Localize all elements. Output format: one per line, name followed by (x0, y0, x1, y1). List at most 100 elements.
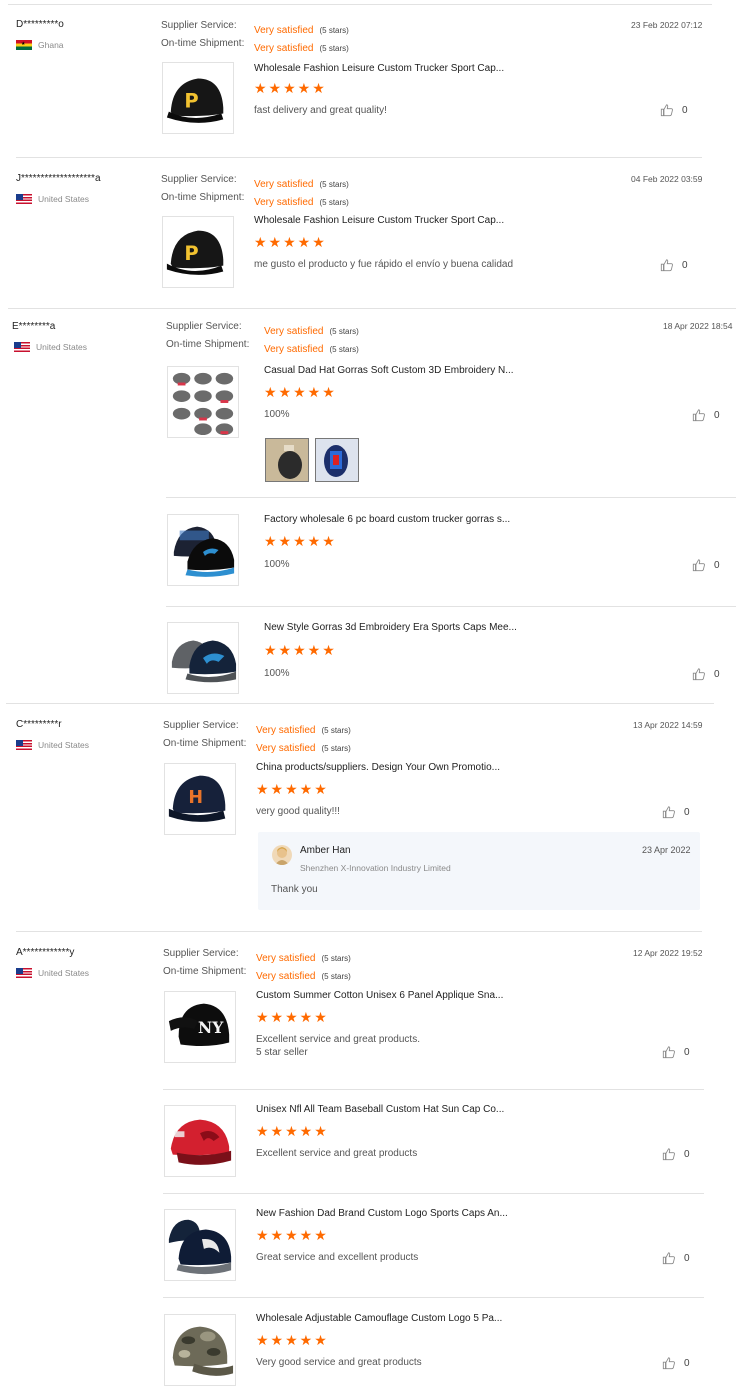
like-count: 0 (714, 559, 720, 571)
reviewer-country: United States (16, 194, 89, 204)
grey-panthers-caps-image (171, 640, 237, 683)
product-divider (166, 497, 736, 498)
shipment-rating: Very satisfied (5 stars) (256, 966, 351, 984)
shipment-stars: (5 stars) (319, 198, 349, 207)
product-rating-stars: ★★★★★ (256, 1009, 329, 1025)
like-button[interactable]: 0 (660, 103, 688, 117)
thumbs-up-icon (660, 259, 673, 272)
review-photo[interactable] (315, 438, 359, 482)
country-label: Ghana (38, 40, 64, 50)
like-button[interactable]: 0 (660, 258, 688, 272)
product-title[interactable]: Wholesale Fashion Leisure Custom Trucker… (254, 63, 504, 74)
review-divider (16, 931, 702, 932)
review-comment: Great service and excellent products (256, 1252, 419, 1263)
product-title[interactable]: Factory wholesale 6 pc board custom truc… (264, 514, 510, 525)
avatar-image (275, 847, 289, 865)
review-date: 04 Feb 2022 03:59 (631, 174, 703, 184)
product-title[interactable]: Casual Dad Hat Gorras Soft Custom 3D Emb… (264, 365, 514, 376)
reviewer-name: D*********o (16, 19, 64, 30)
product-title[interactable]: Custom Summer Cotton Unisex 6 Panel Appl… (256, 990, 503, 1001)
thumbs-up-icon (662, 1252, 675, 1265)
reviewer-country: United States (16, 968, 89, 978)
product-title[interactable]: Wholesale Fashion Leisure Custom Trucker… (254, 215, 504, 226)
avatar (272, 845, 292, 865)
like-button[interactable]: 0 (692, 667, 720, 681)
product-rating-stars: ★★★★★ (256, 781, 329, 797)
review-comment: me gusto el producto y fue rápido el env… (254, 259, 514, 270)
product-thumbnail[interactable] (164, 1209, 236, 1281)
review-comment: fast delivery and great quality! (254, 105, 387, 116)
reply-date: 23 Apr 2022 (642, 845, 691, 855)
supplier-service-rating: Very satisfied (5 stars) (254, 20, 349, 38)
review-comment: Excellent service and great products (256, 1148, 418, 1159)
product-divider (163, 1193, 704, 1194)
product-thumbnail[interactable] (167, 366, 239, 438)
supplier-service-value: Very satisfied (256, 953, 316, 964)
thumbs-up-icon (692, 559, 705, 572)
shipment-rating: Very satisfied (5 stars) (254, 38, 349, 56)
thumbs-up-icon (660, 104, 673, 117)
shipment-stars: (5 stars) (321, 744, 351, 753)
like-count: 0 (682, 259, 688, 271)
like-button[interactable]: 0 (662, 805, 690, 819)
review-comment-line-2: 5 star seller (256, 1047, 308, 1058)
review-comment: 100% (264, 409, 290, 420)
like-count: 0 (684, 1357, 690, 1369)
product-title[interactable]: Wholesale Adjustable Camouflage Custom L… (256, 1313, 502, 1324)
product-thumbnail[interactable]: H (164, 763, 236, 835)
product-thumbnail[interactable] (164, 1105, 236, 1177)
product-thumbnail[interactable]: NY (164, 991, 236, 1063)
like-count: 0 (684, 1046, 690, 1058)
svg-text:NY: NY (198, 1018, 224, 1037)
ghana-flag-icon (16, 40, 32, 50)
us-flag-icon (16, 740, 32, 750)
country-label: United States (38, 968, 90, 978)
product-thumbnail[interactable] (164, 1314, 236, 1386)
shipment-label: On-time Shipment: (166, 339, 250, 350)
shipment-stars: (5 stars) (329, 345, 359, 354)
supplier-service-label: Supplier Service: (163, 948, 239, 959)
like-count: 0 (714, 409, 720, 421)
product-thumbnail[interactable] (167, 622, 239, 694)
thumbs-up-icon (662, 1046, 675, 1059)
product-divider (163, 1297, 704, 1298)
product-thumbnail[interactable]: P (162, 62, 234, 134)
like-button[interactable]: 0 (692, 558, 720, 572)
like-button[interactable]: 0 (692, 408, 720, 422)
like-button[interactable]: 0 (662, 1251, 690, 1265)
review-photo[interactable] (265, 438, 309, 482)
us-flag-icon (16, 968, 32, 978)
product-title[interactable]: New Fashion Dad Brand Custom Logo Sports… (256, 1208, 508, 1219)
like-count: 0 (684, 1252, 690, 1264)
reviewer-country: United States (16, 740, 89, 750)
review-card: C*********r United States Supplier Servi… (0, 705, 750, 935)
like-button[interactable]: 0 (662, 1147, 690, 1161)
product-title[interactable]: China products/suppliers. Design Your Ow… (256, 762, 500, 773)
product-thumbnail[interactable] (167, 514, 239, 586)
like-button[interactable]: 0 (662, 1356, 690, 1370)
product-rating-stars: ★★★★★ (254, 80, 327, 96)
review-card: D*********o Ghana Supplier Service: Very… (0, 0, 750, 160)
product-title[interactable]: Unisex Nfl All Team Baseball Custom Hat … (256, 1104, 504, 1115)
astros-cap-image: H (168, 775, 226, 822)
shipment-label: On-time Shipment: (163, 738, 247, 749)
reviewer-name: E********a (12, 321, 56, 332)
product-title[interactable]: New Style Gorras 3d Embroidery Era Sport… (264, 622, 517, 633)
like-button[interactable]: 0 (662, 1045, 690, 1059)
review-divider (6, 703, 714, 704)
supplier-service-stars: (5 stars) (319, 180, 349, 189)
review-photo-image (316, 439, 358, 481)
reply-company: Shenzhen X-Innovation Industry Limited (300, 863, 451, 873)
review-comment: Excellent service and great products. (256, 1034, 420, 1045)
thumbs-up-icon (662, 806, 675, 819)
shipment-value: Very satisfied (256, 971, 316, 982)
like-count: 0 (684, 1148, 690, 1160)
review-date: 23 Feb 2022 07:12 (631, 20, 703, 30)
supplier-service-value: Very satisfied (254, 179, 314, 190)
shipment-stars: (5 stars) (319, 44, 349, 53)
product-rating-stars: ★★★★★ (254, 234, 327, 250)
thumbs-up-icon (662, 1357, 675, 1370)
review-divider (16, 157, 702, 158)
country-label: United States (38, 194, 90, 204)
product-thumbnail[interactable]: P (162, 216, 234, 288)
